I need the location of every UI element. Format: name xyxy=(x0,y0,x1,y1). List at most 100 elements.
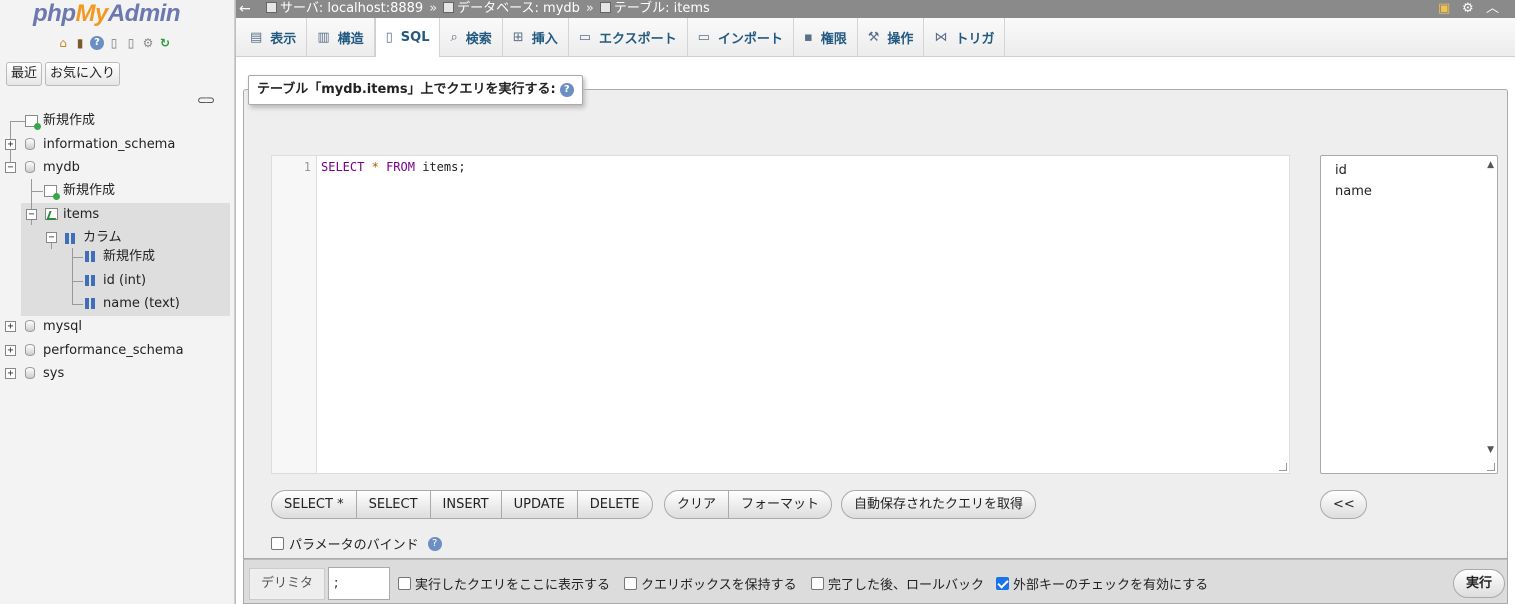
breadcrumb-server[interactable]: サーバ: localhost:8889 xyxy=(266,0,423,18)
sql-editor[interactable]: 1 SELECT * FROM items; xyxy=(271,155,1290,474)
show-query-label[interactable]: 実行したクエリをここに表示する xyxy=(415,574,610,593)
rollback-label[interactable]: 完了した後、ロールバック xyxy=(828,574,984,593)
show-query-checkbox[interactable] xyxy=(398,577,411,590)
breadcrumb-database[interactable]: データベース: mydb xyxy=(443,0,580,18)
update-button[interactable]: UPDATE xyxy=(502,491,578,518)
sql-operator: * xyxy=(371,160,379,174)
collapse-panel-icon[interactable]: ︿ xyxy=(1486,0,1499,18)
tree-new-table[interactable]: 新規作成 xyxy=(63,180,115,202)
insert-button[interactable]: INSERT xyxy=(431,491,502,518)
delimiter-input[interactable]: ; xyxy=(328,567,390,600)
bind-parameters-checkbox[interactable] xyxy=(271,537,284,550)
link-with-main-panel-icon[interactable]: ⊂⊃ xyxy=(197,93,215,107)
tree-new-database[interactable]: 新規作成 xyxy=(43,110,95,132)
sql-query-box: 1 SELECT * FROM items; id name ▲ ▼ SELEC… xyxy=(243,89,1508,559)
database-icon xyxy=(25,138,35,150)
scroll-up-arrow-icon[interactable]: ▲ xyxy=(1487,160,1494,170)
rollback-checkbox[interactable] xyxy=(811,577,824,590)
insert-column-button[interactable]: << xyxy=(1320,490,1367,519)
tab-privileges[interactable]: ▪ 権限 xyxy=(794,18,858,56)
tab-search[interactable]: ⌕ 検索 xyxy=(440,18,503,56)
export-icon: ▭ xyxy=(578,29,591,45)
privileges-icon: ▪ xyxy=(803,29,813,45)
tree-column-name[interactable]: name (text) xyxy=(103,293,180,315)
tab-export[interactable]: ▭ エクスポート xyxy=(569,18,688,56)
tree-db-sys[interactable]: sys xyxy=(43,363,64,385)
retain-query-box-label[interactable]: クエリボックスを保持する xyxy=(641,574,797,593)
line-number-gutter: 1 xyxy=(272,156,317,473)
table-icon xyxy=(45,208,58,220)
tree-new-column[interactable]: 新規作成 xyxy=(103,246,155,268)
database-icon xyxy=(25,344,35,356)
logout-icon[interactable]: ▮ xyxy=(73,36,87,50)
table-icon xyxy=(599,2,611,13)
collapse-icon[interactable]: − xyxy=(5,162,16,173)
tree-db-mydb[interactable]: mydb xyxy=(43,157,80,179)
sql-docs-icon[interactable]: ▯ xyxy=(124,36,138,50)
collapse-icon[interactable]: − xyxy=(46,232,57,243)
tab-structure[interactable]: ▥ 構造 xyxy=(307,18,375,56)
tab-browse[interactable]: ▤ 表示 xyxy=(240,18,308,56)
back-arrow-icon[interactable]: ← xyxy=(239,0,251,18)
foreign-key-checks-checkbox[interactable] xyxy=(996,577,1009,590)
tree-column-id[interactable]: id (int) xyxy=(103,270,146,292)
get-autosaved-query-button[interactable]: 自動保存されたクエリを取得 xyxy=(841,490,1037,519)
tree-db-mysql[interactable]: mysql xyxy=(43,316,82,338)
favorite-tables-button[interactable]: お気に入り xyxy=(45,62,121,86)
tree-line xyxy=(72,281,83,282)
wrench-icon: ⚒ xyxy=(867,29,880,45)
expand-icon[interactable]: + xyxy=(5,321,16,332)
line-number: 1 xyxy=(303,160,311,174)
breadcrumb-separator: » xyxy=(429,1,438,16)
tab-import[interactable]: ▭ インポート xyxy=(688,18,794,56)
resize-handle-icon[interactable] xyxy=(1487,463,1495,471)
recent-tables-button[interactable]: 最近 xyxy=(6,62,43,86)
triggers-icon: ⋈ xyxy=(934,29,948,45)
help-icon[interactable]: ? xyxy=(90,36,104,50)
column-option-name[interactable]: name xyxy=(1335,184,1372,199)
tree-db-performance-schema[interactable]: performance_schema xyxy=(43,340,184,362)
tab-insert[interactable]: ⊞ 挿入 xyxy=(503,18,569,56)
rollback-option: 完了した後、ロールバック xyxy=(811,574,984,593)
help-icon[interactable]: ? xyxy=(427,536,442,551)
retain-query-box-checkbox[interactable] xyxy=(624,577,637,590)
phpmyadmin-logo[interactable]: phpMyAdmin xyxy=(33,0,181,28)
settings-gear-icon[interactable]: ⚙ xyxy=(141,36,155,50)
columns-select-list[interactable]: id name ▲ ▼ xyxy=(1320,155,1498,474)
expand-icon[interactable]: + xyxy=(5,368,16,379)
select-button[interactable]: SELECT xyxy=(357,491,431,518)
format-button[interactable]: フォーマット xyxy=(729,491,831,518)
select-star-button[interactable]: SELECT * xyxy=(272,491,357,518)
foreign-key-checks-label[interactable]: 外部キーのチェックを有効にする xyxy=(1013,574,1208,593)
new-column-icon xyxy=(85,251,95,262)
collapse-icon[interactable]: − xyxy=(26,209,37,220)
server-icon xyxy=(266,2,277,13)
sql-code[interactable]: SELECT * FROM items; xyxy=(321,160,466,174)
main-panel: テーブル「mydb.items」上でクエリを実行する:? 1 SELECT * … xyxy=(236,57,1515,604)
tab-operations[interactable]: ⚒ 操作 xyxy=(858,18,925,56)
tab-sql[interactable]: ▯ SQL xyxy=(374,18,441,57)
breadcrumb-table[interactable]: テーブル: items xyxy=(599,0,710,18)
sql-identifier: items; xyxy=(422,160,466,174)
sql-keyword: SELECT xyxy=(321,160,365,174)
bind-parameters-label[interactable]: パラメータのバインド xyxy=(289,534,419,553)
tree-table-items[interactable]: items xyxy=(63,204,99,226)
help-icon[interactable]: ? xyxy=(559,83,574,97)
expand-icon[interactable]: + xyxy=(5,345,16,356)
reload-icon[interactable]: ↻ xyxy=(158,36,172,50)
documentation-icon[interactable]: ▯ xyxy=(107,36,121,50)
delete-button[interactable]: DELETE xyxy=(578,491,652,518)
settings-gear-icon[interactable]: ⚙ xyxy=(1462,0,1474,18)
resize-handle-icon[interactable] xyxy=(1279,463,1287,471)
expand-icon[interactable]: + xyxy=(5,139,16,150)
home-icon[interactable]: ⌂ xyxy=(56,36,70,50)
tab-triggers[interactable]: ⋈ トリガ xyxy=(924,18,1006,56)
scroll-down-arrow-icon[interactable]: ▼ xyxy=(1487,445,1494,455)
tree-db-information-schema[interactable]: information_schema xyxy=(43,134,175,156)
clear-button[interactable]: クリア xyxy=(665,491,730,518)
tree-line xyxy=(31,191,43,192)
go-button[interactable]: 実行 xyxy=(1453,569,1505,598)
lock-icon[interactable]: ▣ xyxy=(1438,0,1450,18)
column-option-id[interactable]: id xyxy=(1335,163,1347,178)
column-icon xyxy=(85,298,95,309)
